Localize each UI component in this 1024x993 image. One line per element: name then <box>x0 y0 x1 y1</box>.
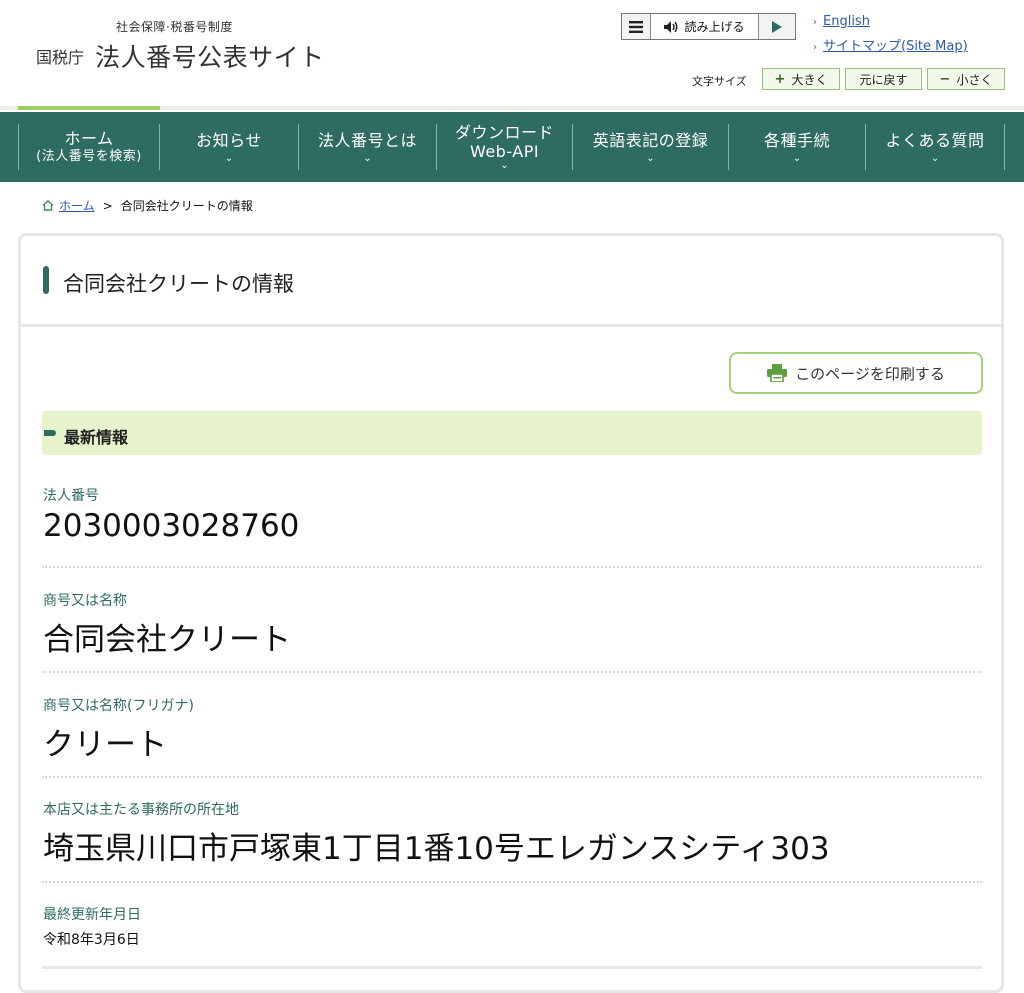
field-divider <box>42 671 982 673</box>
nav-item-label: ダウンロード <box>454 123 554 142</box>
nav-item-label: 英語表記の登録 <box>592 130 709 150</box>
plus-icon: + <box>774 71 786 87</box>
chevron-down-icon: ⌄ <box>792 152 802 164</box>
nav-item-label: ホーム <box>64 129 114 148</box>
chevron-down-icon: ⌄ <box>646 152 655 164</box>
last-updated-value: 令和8年3月6日 <box>43 932 140 948</box>
address-label: 本店又は主たる事務所の所在地 <box>43 802 239 818</box>
nav-item-download[interactable]: ダウンロード Web-API ⌄ <box>437 112 572 182</box>
font-size-large-button[interactable]: + 大きく <box>762 68 840 90</box>
site-logo[interactable]: 国税庁 法人番号公表サイト <box>36 38 325 74</box>
nav-separator <box>1004 124 1005 170</box>
company-name-label: 商号又は名称 <box>43 593 127 609</box>
read-aloud-button[interactable]: 読み上げる <box>651 14 759 39</box>
field-divider <box>42 881 982 883</box>
font-size-large-label: 大きく <box>791 72 828 87</box>
company-furigana-label: 商号又は名称(フリガナ) <box>43 698 194 714</box>
font-size-small-label: 小さく <box>956 72 993 87</box>
chevron-down-icon: ⌄ <box>500 160 509 171</box>
active-section-indicator <box>18 106 160 110</box>
company-name-value: 合同会社クリート <box>43 622 291 658</box>
nav-item-label: 法人番号とは <box>317 130 417 150</box>
font-size-reset-label: 元に戻す <box>859 72 908 87</box>
font-size-small-button[interactable]: − 小さく <box>927 68 1005 90</box>
logo-subtitle: 社会保障·税番号制度 <box>116 20 233 34</box>
section-title: 最新情報 <box>64 428 129 447</box>
chevron-right-icon: › <box>813 42 817 53</box>
nav-item-label: お知らせ <box>196 130 262 150</box>
page-title: 合同会社クリートの情報 <box>63 272 294 296</box>
nav-item-home[interactable]: ホーム (法人番号を検索) <box>19 112 159 182</box>
print-page-button[interactable]: このページを印刷する <box>729 352 983 394</box>
sitemap-link-row: › サイトマップ(Site Map) <box>813 35 968 54</box>
font-size-reset-button[interactable]: 元に戻す <box>845 68 922 90</box>
menu-icon <box>629 20 643 33</box>
card-bottom-divider <box>42 966 982 969</box>
english-link-row: › English <box>813 14 870 29</box>
global-nav: ホーム (法人番号を検索) お知らせ ⌄ 法人番号とは ⌄ ダウンロード Web… <box>0 112 1024 182</box>
chevron-down-icon: ⌄ <box>930 152 940 164</box>
card-header: 合同会社クリートの情報 <box>21 236 1001 327</box>
english-link[interactable]: English <box>823 14 870 29</box>
nav-item-procedures[interactable]: 各種手続 ⌄ <box>729 112 865 182</box>
tts-play-button[interactable] <box>759 14 795 39</box>
breadcrumb-separator: > <box>102 198 113 213</box>
nav-item-label: 各種手続 <box>763 130 830 150</box>
print-page-label: このページを印刷する <box>795 364 945 383</box>
site-header: 社会保障·税番号制度 国税庁 法人番号公表サイト 読み上げる › English… <box>0 0 1024 112</box>
section-header: 最新情報 <box>42 411 982 455</box>
corporation-info-card: 合同会社クリートの情報 このページを印刷する 最新情報 法人番号 2030003… <box>18 233 1004 993</box>
font-size-label: 文字サイズ <box>692 75 747 88</box>
nav-item-about[interactable]: 法人番号とは ⌄ <box>299 112 436 182</box>
address-value: 埼玉県川口市戸塚東1丁目1番10号エレガンスシティ303 <box>43 831 830 867</box>
chevron-right-icon: › <box>813 17 817 28</box>
play-icon <box>772 20 782 33</box>
chevron-down-icon: ⌄ <box>363 152 372 164</box>
field-divider <box>42 776 982 778</box>
logo-title: 法人番号公表サイト <box>95 43 325 72</box>
nav-item-label: よくある質問 <box>885 130 985 150</box>
breadcrumb-home-link[interactable]: ホーム <box>59 197 95 214</box>
company-furigana-value: クリート <box>43 727 167 763</box>
home-icon <box>42 200 54 211</box>
field-divider <box>42 566 982 568</box>
logo-agency: 国税庁 <box>36 48 85 67</box>
nav-item-sublabel: Web-API <box>469 142 540 161</box>
corporate-number-value: 2030003028760 <box>43 508 300 544</box>
corporate-number-label: 法人番号 <box>43 488 99 504</box>
nav-item-faq[interactable]: よくある質問 ⌄ <box>866 112 1004 182</box>
minus-icon: − <box>939 71 951 87</box>
last-updated-label: 最終更新年月日 <box>43 907 141 923</box>
tts-menu-button[interactable] <box>622 14 651 39</box>
nav-item-english-registration[interactable]: 英語表記の登録 ⌄ <box>573 112 728 182</box>
nav-item-news[interactable]: お知らせ ⌄ <box>160 112 298 182</box>
nav-item-sublabel: (法人番号を検索) <box>36 149 142 164</box>
breadcrumb: ホーム > 合同会社クリートの情報 <box>42 197 253 214</box>
sitemap-link[interactable]: サイトマップ(Site Map) <box>823 39 968 54</box>
breadcrumb-current: 合同会社クリートの情報 <box>120 199 253 213</box>
printer-icon <box>767 364 788 382</box>
chevron-down-icon: ⌄ <box>224 152 234 164</box>
section-marker <box>44 430 56 436</box>
read-aloud-label: 読み上げる <box>684 20 745 34</box>
speaker-icon <box>664 20 678 33</box>
title-accent-bar <box>43 266 49 294</box>
text-to-speech-toolbar: 読み上げる <box>621 13 796 40</box>
